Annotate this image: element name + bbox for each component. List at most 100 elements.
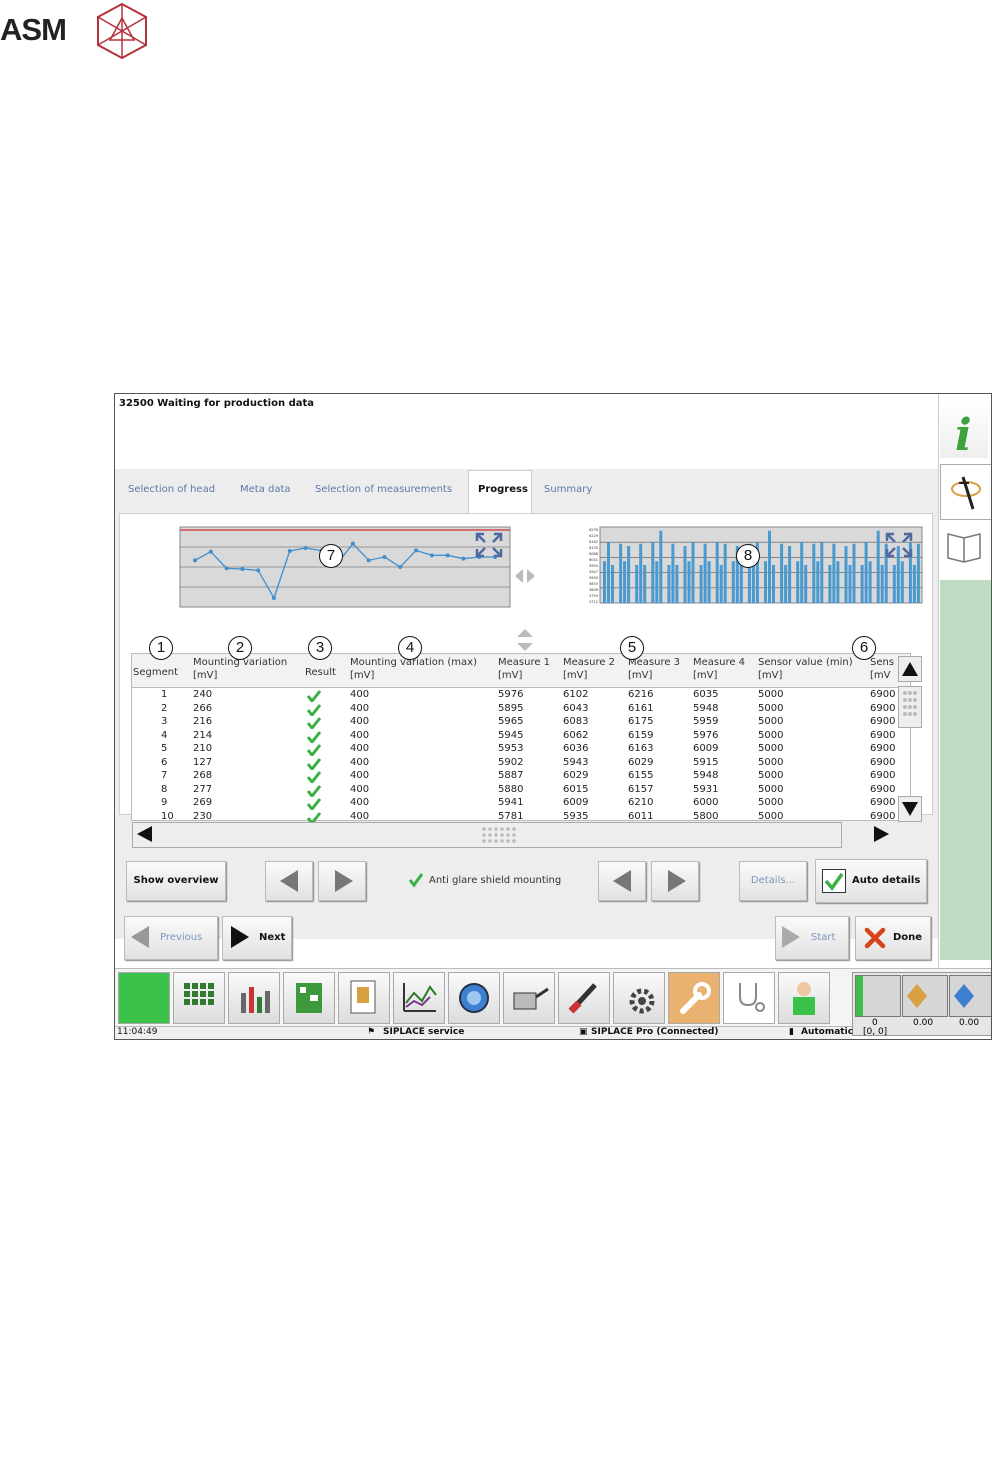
auto-details-checkbox[interactable] <box>822 869 846 893</box>
table-header-4[interactable]: Measure 1 [mV] <box>498 656 550 682</box>
table-cell: 6157 <box>628 783 654 795</box>
result-ok-check-icon <box>307 757 321 770</box>
table-header-3[interactable]: Mounting variation (max) [mV] <box>350 656 477 682</box>
table-header-5[interactable]: Measure 2 [mV] <box>563 656 615 682</box>
tab-progress[interactable]: Progress <box>478 484 528 495</box>
bar <box>715 542 719 603</box>
status-connection-icon: ▣ <box>579 1027 588 1037</box>
table-cell: 6900 <box>870 797 896 808</box>
prev-measurement-button[interactable] <box>598 861 646 901</box>
result-label: Anti glare shield mounting <box>429 875 562 886</box>
details-button[interactable]: Details... <box>739 861 807 901</box>
table-cell: 5931 <box>693 783 719 795</box>
bar <box>635 565 639 603</box>
tab-selection-of-measurements[interactable]: Selection of measurements <box>315 484 452 495</box>
taskbar-diagnostics-stethoscope-icon[interactable] <box>723 972 775 1024</box>
next-button[interactable]: Next <box>222 916 292 960</box>
table-cell: 214 <box>193 729 213 741</box>
taskbar-screwdriver-icon[interactable] <box>558 972 610 1024</box>
result-ok-check-icon <box>307 703 321 716</box>
taskbar-operator-icon[interactable] <box>778 972 830 1024</box>
previous-button[interactable]: Previous <box>124 916 218 960</box>
bar <box>812 543 816 603</box>
next-measurement-button[interactable] <box>651 861 699 901</box>
taskbar-documents-icon[interactable] <box>338 972 390 1024</box>
vertical-scroll-thumb[interactable] <box>898 686 922 728</box>
bar <box>739 565 743 603</box>
bar <box>860 565 864 603</box>
table-header-8[interactable]: Sensor value (min) [mV] <box>758 656 853 682</box>
company-logo-text: ASM <box>0 12 67 47</box>
bar <box>639 543 643 603</box>
bar <box>864 542 868 603</box>
data-point <box>429 553 434 558</box>
bar <box>619 543 623 603</box>
scroll-right-button[interactable] <box>870 824 892 844</box>
expand-chart-2-icon[interactable] <box>885 532 913 558</box>
done-button[interactable]: Done <box>855 916 931 960</box>
wizard-tool-button[interactable] <box>940 464 991 520</box>
horizontal-scroll-thumb[interactable] <box>479 824 521 844</box>
auto-details-toggle[interactable]: Auto details <box>815 859 927 903</box>
table-cell: 5000 <box>758 743 784 754</box>
taskbar-service-wrench-icon[interactable] <box>668 972 720 1024</box>
table-cell: 5965 <box>498 716 524 727</box>
prev-result-button[interactable] <box>265 861 313 901</box>
callout-8: 8 <box>736 544 760 568</box>
mini-panel-1[interactable] <box>855 975 901 1017</box>
mini-panel-2[interactable] <box>902 975 948 1017</box>
table-cell: 2 <box>161 702 168 714</box>
table-header-0[interactable]: Segment <box>133 666 178 679</box>
expand-chart-1-icon[interactable] <box>475 532 503 558</box>
scroll-down-button[interactable] <box>898 796 922 822</box>
taskbar-camera-icon[interactable] <box>448 972 500 1024</box>
table-cell: 6161 <box>628 702 654 714</box>
tab-selection-of-head[interactable]: Selection of head <box>128 484 215 495</box>
show-overview-button[interactable]: Show overview <box>126 861 226 901</box>
taskbar-feeder-icon[interactable] <box>173 972 225 1024</box>
y-tick-label: 5759 <box>589 594 598 598</box>
bar <box>912 565 916 603</box>
info-button[interactable]: i <box>940 402 988 461</box>
y-tick-label: 6088 <box>589 552 598 556</box>
taskbar-board-icon[interactable] <box>283 972 335 1024</box>
mini-panel-3[interactable] <box>949 975 991 1017</box>
taskbar-chart-icon[interactable] <box>393 972 445 1024</box>
table-cell: 6159 <box>628 729 654 741</box>
table-cell: 3 <box>161 716 168 727</box>
result-ok-check-icon <box>307 771 321 783</box>
header-line2: [mV] <box>193 670 218 681</box>
table-cell: 269 <box>193 797 213 808</box>
y-tick-label: 5712 <box>589 600 598 604</box>
callout-1: 1 <box>149 636 173 660</box>
table-header-6[interactable]: Measure 3 [mV] <box>628 656 680 682</box>
scroll-left-button[interactable] <box>134 824 156 844</box>
table-cell: 6210 <box>628 797 654 808</box>
bar <box>671 543 675 603</box>
table-cell: 5943 <box>563 756 589 768</box>
table-header-9[interactable]: Sens [mV <box>870 656 894 682</box>
next-result-button[interactable] <box>318 861 366 901</box>
splitter-horizontal-icon[interactable] <box>513 564 537 592</box>
table-cell: 5000 <box>758 797 784 808</box>
taskbar-statistics-icon[interactable] <box>228 972 280 1024</box>
taskbar-overview-icon[interactable] <box>118 972 170 1024</box>
manual-book-icon[interactable] <box>940 524 988 568</box>
data-point <box>350 541 355 546</box>
y-tick-label: 5806 <box>589 588 598 592</box>
table-cell: 6035 <box>693 689 719 700</box>
table-cell: 6083 <box>563 716 589 727</box>
taskbar-oil-can-icon[interactable] <box>503 972 555 1024</box>
bar <box>868 561 872 603</box>
table-header-7[interactable]: Measure 4 [mV] <box>693 656 745 682</box>
taskbar-settings-gear-icon[interactable] <box>613 972 665 1024</box>
table-header-2[interactable]: Result <box>305 666 336 679</box>
tab-meta-data[interactable]: Meta data <box>240 484 291 495</box>
table-cell: 10 <box>161 810 174 822</box>
table-cell: 5000 <box>758 810 784 822</box>
start-button[interactable]: Start <box>775 916 849 960</box>
bar <box>655 561 659 603</box>
callout-3: 3 <box>308 636 332 660</box>
scroll-up-button[interactable] <box>898 656 922 682</box>
tab-summary[interactable]: Summary <box>544 484 592 495</box>
